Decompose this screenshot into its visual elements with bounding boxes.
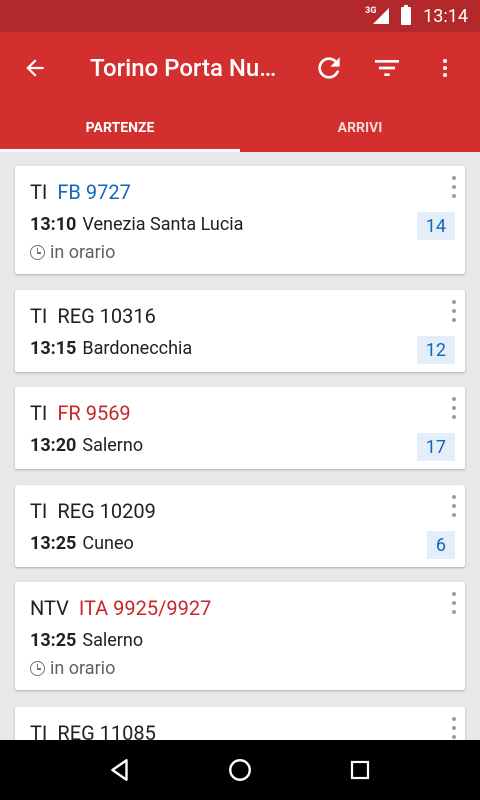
system-nav-bar <box>0 740 480 800</box>
page-title: Torino Porta Nu… <box>90 54 277 82</box>
overflow-menu-button[interactable] <box>416 32 474 104</box>
status-text: in orario <box>50 242 116 263</box>
card-menu-button[interactable] <box>449 300 459 322</box>
train-code: REG 11085 <box>57 721 156 740</box>
departure-time: 13:25 <box>30 630 77 651</box>
train-card[interactable]: TI REG 10209 13:25 Cuneo 6 <box>15 485 465 567</box>
train-code: FB 9727 <box>57 180 131 204</box>
departure-time: 13:25 <box>30 533 77 554</box>
status-bar: 3G 13:14 <box>0 0 480 32</box>
departure-time: 13:10 <box>30 214 77 235</box>
destination: Bardonecchia <box>82 338 193 359</box>
card-menu-button[interactable] <box>449 397 459 419</box>
train-card[interactable]: TI REG 11085 <box>15 707 465 740</box>
tab-partenze[interactable]: PARTENZE <box>0 104 240 152</box>
track-badge: 17 <box>416 433 455 461</box>
nav-back-button[interactable] <box>95 745 145 795</box>
clock-icon <box>30 245 45 260</box>
track-badge: 6 <box>426 531 455 559</box>
nav-recents-button[interactable] <box>335 745 385 795</box>
status-text: in orario <box>50 658 116 679</box>
app-bar: Torino Porta Nu… <box>0 32 480 104</box>
filter-icon <box>375 60 399 76</box>
destination: Cuneo <box>82 533 134 554</box>
tab-bar: PARTENZE ARRIVI <box>0 104 480 152</box>
triangle-back-icon <box>111 759 128 781</box>
departure-time: 13:15 <box>30 338 77 359</box>
card-menu-button[interactable] <box>449 495 459 517</box>
card-menu-button[interactable] <box>449 592 459 614</box>
filter-button[interactable] <box>358 32 416 104</box>
status-time: 13:14 <box>423 5 468 27</box>
card-menu-button[interactable] <box>449 176 459 198</box>
train-company: TI <box>30 401 48 425</box>
more-vert-icon <box>443 59 447 77</box>
clock-icon <box>30 661 45 676</box>
refresh-icon <box>318 57 340 79</box>
nav-home-button[interactable] <box>215 745 265 795</box>
train-company: NTV <box>30 596 69 620</box>
train-card[interactable]: TI FB 9727 13:10 Venezia Santa Lucia in or… <box>15 166 465 274</box>
departure-time: 13:20 <box>30 435 77 456</box>
train-company: TI <box>30 180 48 204</box>
train-company: TI <box>30 499 48 523</box>
track-badge: 14 <box>416 212 455 240</box>
train-code: REG 10209 <box>57 499 156 523</box>
train-code: REG 10316 <box>57 304 156 328</box>
train-company: TI <box>30 304 48 328</box>
train-code: ITA 9925/9927 <box>78 596 212 620</box>
square-recents-icon <box>350 760 370 780</box>
departures-list[interactable]: TI FB 9727 13:10 Venezia Santa Lucia in or… <box>0 152 480 740</box>
circle-home-icon <box>229 759 251 781</box>
destination: Salerno <box>82 435 144 456</box>
arrow-back-icon <box>26 59 44 77</box>
tab-arrivi[interactable]: ARRIVI <box>240 104 480 152</box>
train-status: in orario <box>30 658 115 679</box>
back-button[interactable] <box>0 32 70 104</box>
destination: Salerno <box>82 630 144 651</box>
train-card[interactable]: NTV ITA 9925/9927 13:25 Salerno in orario <box>15 582 465 690</box>
train-card[interactable]: TI FR 9569 13:20 Salerno 17 <box>15 387 465 469</box>
destination: Venezia Santa Lucia <box>82 214 244 235</box>
train-company: TI <box>30 721 48 740</box>
track-badge: 12 <box>416 336 455 364</box>
battery-icon <box>401 5 412 25</box>
train-status: in orario <box>30 242 115 263</box>
refresh-button[interactable] <box>300 32 358 104</box>
card-menu-button[interactable] <box>449 717 459 739</box>
train-card[interactable]: TI REG 10316 13:15 Bardonecchia 12 <box>15 290 465 372</box>
train-code: FR 9569 <box>57 401 131 425</box>
signal-icon: 3G <box>365 6 390 26</box>
